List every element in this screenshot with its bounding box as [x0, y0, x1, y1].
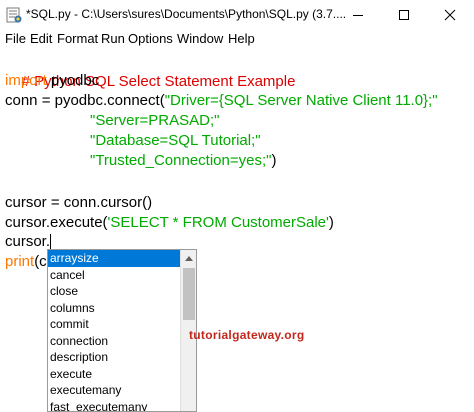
code-line: "Server=PRASAD;"	[90, 110, 219, 132]
autocomplete-item[interactable]: executemany	[48, 382, 180, 399]
code-line: # Python SQL Select Statement Example	[5, 49, 296, 90]
code-line: cursor.execute('SELECT * FROM CustomerSa…	[5, 212, 334, 234]
text-cursor	[50, 234, 52, 251]
close-icon	[444, 9, 456, 21]
autocomplete-item[interactable]: connection	[48, 333, 180, 350]
minimize-button[interactable]	[335, 0, 381, 30]
window-title: *SQL.py - C:\Users\sures\Documents\Pytho…	[26, 7, 347, 21]
menu-options[interactable]: Options	[128, 31, 173, 46]
menu-bar: File Edit Format Run Options Window Help	[0, 30, 474, 48]
autocomplete-item-selected[interactable]: arraysize	[48, 250, 180, 267]
code-line: "Database=SQL Tutorial;"	[90, 130, 261, 152]
minimize-icon	[353, 15, 363, 16]
autocomplete-list[interactable]: arraysize cancel close columns commit co…	[48, 250, 180, 412]
title-bar: *SQL.py - C:\Users\sures\Documents\Pytho…	[0, 0, 474, 30]
code-string: "Database=SQL Tutorial;"	[90, 132, 261, 149]
code-line: "Trusted_Connection=yes;")	[90, 150, 276, 172]
code-string: "Trusted_Connection=yes;"	[90, 152, 272, 169]
autocomplete-item[interactable]: close	[48, 283, 180, 300]
code-text: pyodbc	[46, 72, 100, 89]
code-text: cursor = conn.cursor()	[5, 194, 153, 211]
menu-run[interactable]: Run	[101, 31, 125, 46]
code-line: conn = pyodbc.connect("Driver={SQL Serve…	[5, 90, 438, 112]
code-text: (c	[34, 253, 47, 270]
code-string: "Driver={SQL Server Native Client 11.0};…	[164, 92, 438, 109]
code-line: import pyodbc	[5, 70, 99, 92]
scroll-up-button[interactable]	[181, 250, 196, 266]
code-text: cursor.	[5, 233, 51, 250]
watermark: tutorialgateway.org	[189, 328, 305, 342]
code-line: print(c	[5, 251, 47, 273]
menu-window[interactable]: Window	[177, 31, 223, 46]
autocomplete-popup[interactable]: arraysize cancel close columns commit co…	[47, 249, 197, 412]
code-line: cursor.	[5, 231, 52, 253]
close-button[interactable]	[427, 0, 473, 30]
code-string: 'SELECT * FROM CustomerSale'	[107, 214, 329, 231]
code-text: )	[271, 152, 277, 169]
autocomplete-item[interactable]: description	[48, 349, 180, 366]
code-keyword: import	[5, 72, 47, 89]
maximize-icon	[399, 10, 409, 20]
autocomplete-item[interactable]: execute	[48, 366, 180, 383]
menu-edit[interactable]: Edit	[30, 31, 52, 46]
code-keyword: print	[5, 253, 35, 270]
scroll-thumb[interactable]	[183, 268, 195, 320]
menu-file[interactable]: File	[5, 31, 26, 46]
code-text: conn = pyodbc.connect(	[5, 92, 165, 109]
autocomplete-item[interactable]: columns	[48, 300, 180, 317]
code-string: "Server=PRASAD;"	[90, 112, 220, 129]
chevron-up-icon	[185, 256, 193, 261]
autocomplete-item[interactable]: fast_executemany	[48, 399, 180, 412]
code-line: cursor = conn.cursor()	[5, 192, 152, 214]
menu-format[interactable]: Format	[57, 31, 98, 46]
code-text: cursor.execute(	[5, 214, 108, 231]
python-idle-icon	[6, 7, 22, 23]
menu-help[interactable]: Help	[228, 31, 255, 46]
autocomplete-item[interactable]: cancel	[48, 267, 180, 284]
code-text: )	[328, 214, 334, 231]
maximize-button[interactable]	[381, 0, 427, 30]
autocomplete-item[interactable]: commit	[48, 316, 180, 333]
